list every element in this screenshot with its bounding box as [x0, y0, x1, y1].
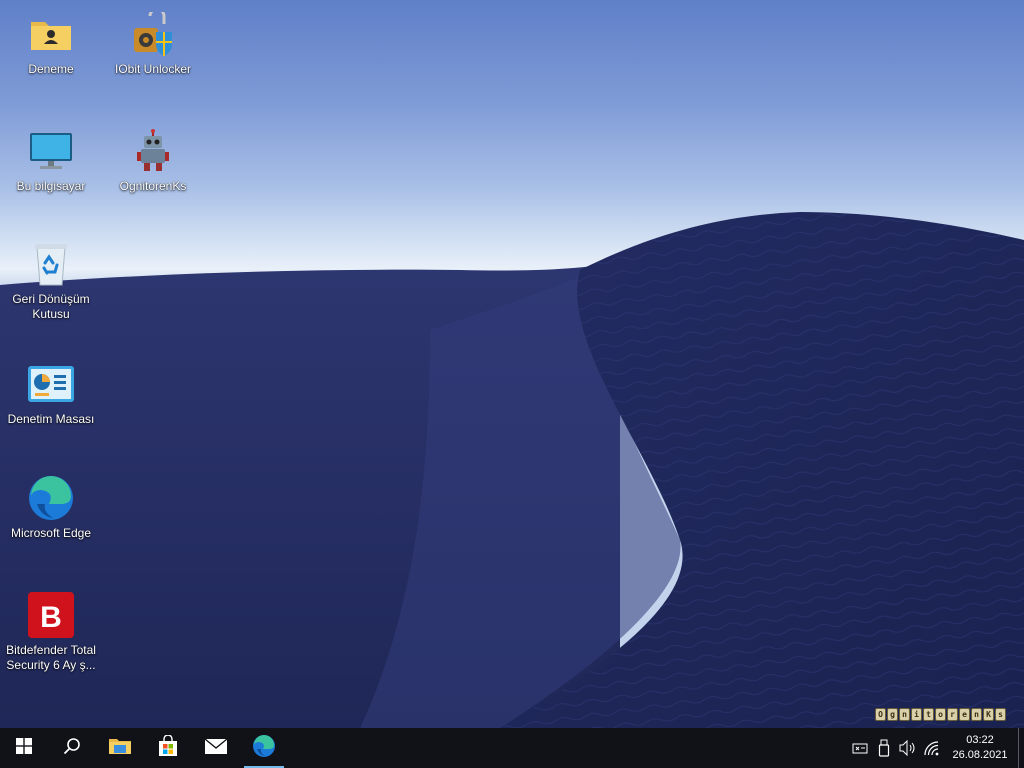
show-desktop-button[interactable] [1018, 728, 1024, 768]
desktop-icon-label: OgnitorenKs [119, 179, 187, 193]
taskbar-clock[interactable]: 03:22 26.08.2021 [944, 728, 1016, 768]
desktop-icon-edge[interactable]: Microsoft Edge [1, 474, 101, 541]
watermark-tile: g [887, 708, 898, 721]
edge-icon [27, 474, 75, 522]
clock-date: 26.08.2021 [952, 749, 1008, 761]
desktop-icon-ognitorenks[interactable]: OgnitorenKs [103, 127, 203, 194]
watermark-tile: r [947, 708, 958, 721]
search-button[interactable] [48, 728, 96, 768]
desktop-icon-iobit-unlocker[interactable]: IObit Unlocker [103, 10, 203, 77]
desktop-icon-this-pc[interactable]: Bu bilgisayar [1, 127, 101, 194]
robot-icon [129, 127, 177, 175]
desktop-icon-label: Geri Dönüşüm Kutusu [12, 292, 90, 321]
watermark-tile: t [923, 708, 934, 721]
start-button[interactable] [0, 728, 48, 768]
desktop-icon-label: Deneme [28, 62, 74, 76]
watermark-tile: s [995, 708, 1006, 721]
desktop-icon-bitdefender[interactable]: B Bitdefender Total Security 6 Ay ş... [1, 591, 101, 673]
desktop-icon-deneme[interactable]: Deneme [1, 10, 101, 77]
taskbar-edge[interactable] [240, 728, 288, 768]
bitdefender-icon: B [27, 591, 75, 639]
store-icon [157, 733, 179, 762]
taskbar-file-explorer[interactable] [96, 728, 144, 768]
svg-text:B: B [40, 601, 62, 634]
desktop-icon-recycle-bin[interactable]: Geri Dönüşüm Kutusu [1, 240, 101, 322]
search-icon [63, 737, 81, 760]
recycle-bin-icon [27, 240, 75, 288]
watermark-tile: i [911, 708, 922, 721]
user-folder-icon [27, 10, 75, 58]
mail-icon [204, 737, 228, 760]
folder-icon [108, 736, 132, 761]
wallpaper-watermark: OgnitorenKs [875, 708, 1006, 721]
watermark-tile: O [875, 708, 886, 721]
desktop-icon-label: Denetim Masası [7, 412, 95, 426]
taskbar: 03:22 26.08.2021 [0, 728, 1024, 768]
iobit-unlocker-icon [129, 10, 177, 58]
taskbar-microsoft-store[interactable] [144, 728, 192, 768]
edge-icon [252, 734, 276, 763]
usb-icon[interactable] [872, 728, 896, 768]
watermark-tile: o [935, 708, 946, 721]
watermark-tile: K [983, 708, 994, 721]
desktop-icon-label: Bu bilgisayar [16, 179, 86, 193]
control-panel-icon [27, 360, 75, 408]
network-icon[interactable] [920, 728, 944, 768]
monitor-icon [27, 127, 75, 175]
desktop-icon-label: Microsoft Edge [10, 526, 92, 540]
wallpaper [0, 212, 1024, 728]
desktop-icon-control-panel[interactable]: Denetim Masası [1, 360, 101, 427]
desktop[interactable]: Deneme IObit Unlocker Bu bilgisayar Ogni… [0, 0, 1024, 728]
windows-logo-icon [16, 737, 32, 759]
watermark-tile: n [971, 708, 982, 721]
taskbar-mail[interactable] [192, 728, 240, 768]
system-tray: 03:22 26.08.2021 [848, 728, 1024, 768]
volume-icon[interactable] [896, 728, 920, 768]
clock-time: 03:22 [966, 734, 994, 746]
input-indicator-icon[interactable] [848, 728, 872, 768]
desktop-icon-label: Bitdefender Total Security 6 Ay ş... [6, 643, 96, 672]
desktop-icon-label: IObit Unlocker [114, 62, 192, 76]
watermark-tile: e [959, 708, 970, 721]
watermark-tile: n [899, 708, 910, 721]
